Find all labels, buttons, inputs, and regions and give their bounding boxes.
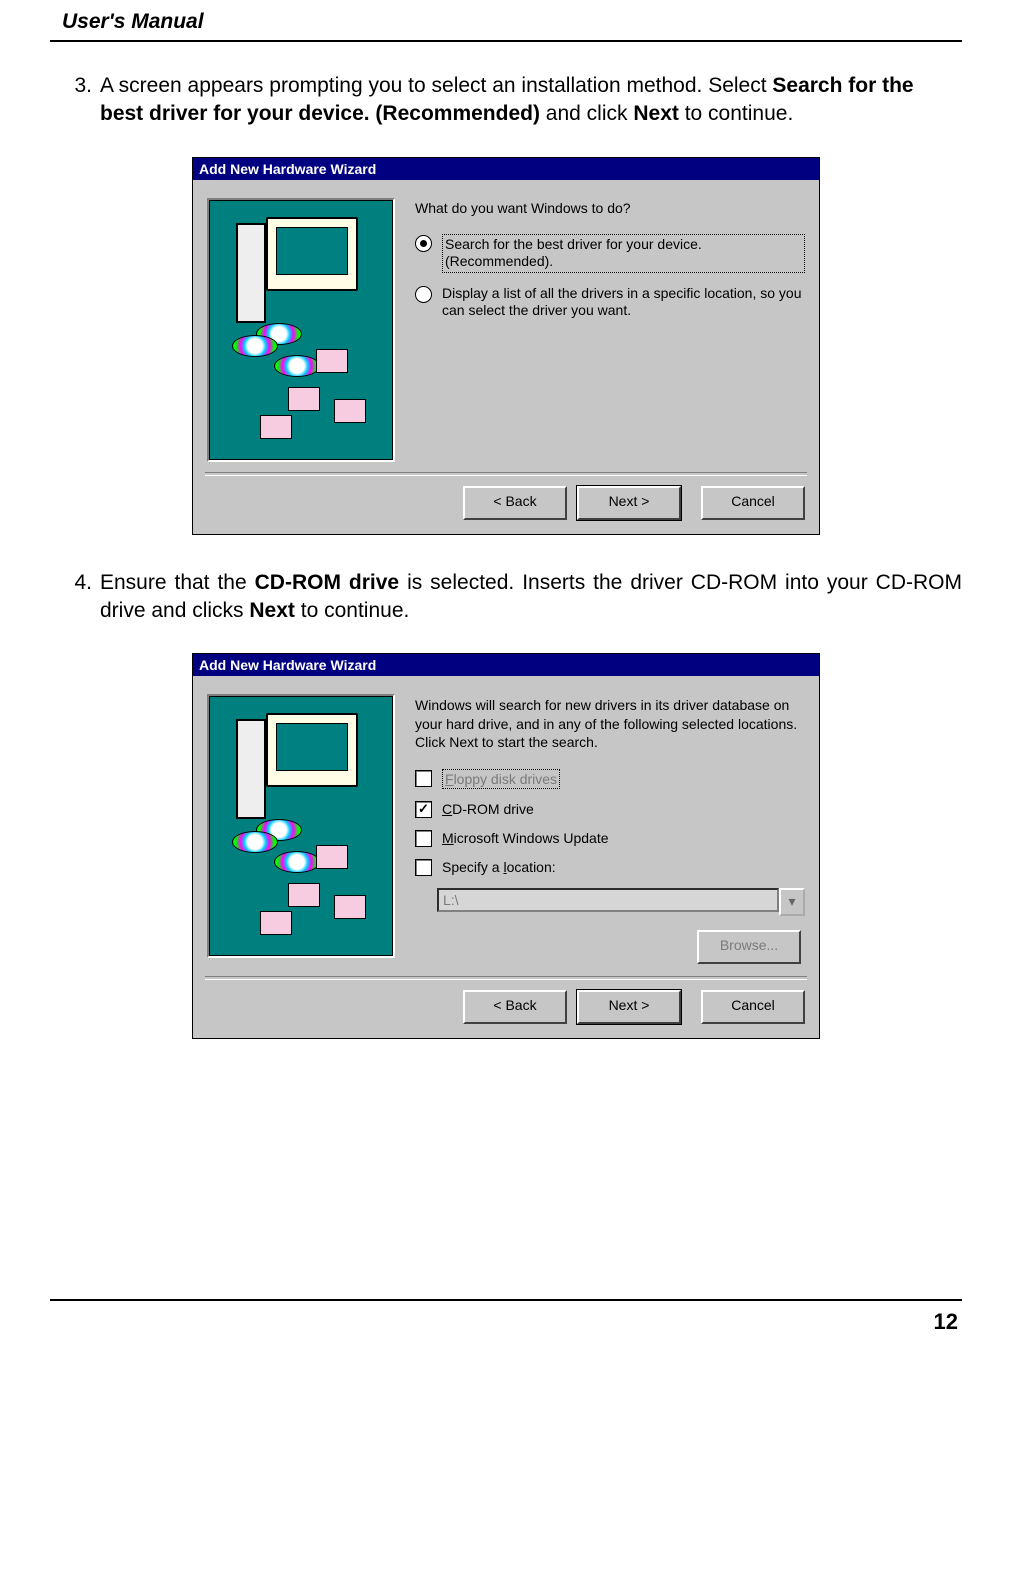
dialog-2-titlebar[interactable]: Add New Hardware Wizard — [193, 654, 819, 676]
floppy-icon — [316, 845, 348, 869]
floppy-icon — [260, 911, 292, 935]
header-title: User's Manual — [62, 10, 204, 34]
manual-page: User's Manual 3. A screen appears prompt… — [0, 0, 1012, 1595]
floppy-icon — [288, 883, 320, 907]
location-dropdown-button[interactable]: ▾ — [779, 888, 805, 916]
cancel-button[interactable]: Cancel — [701, 990, 805, 1024]
tower-icon — [236, 719, 266, 819]
radio-search-best[interactable]: Search for the best driver for your devi… — [415, 234, 805, 273]
location-input[interactable]: L:\ — [437, 888, 779, 912]
step-4-text-a: Ensure that the — [100, 571, 255, 594]
browse-button[interactable]: Browse... — [697, 930, 801, 964]
radio-display-list[interactable]: Display a list of all the drivers in a s… — [415, 285, 805, 320]
checkbox-icon[interactable] — [415, 859, 432, 876]
dialog-1-buttons: < Back Next > Cancel — [193, 486, 819, 534]
step-4: 4. Ensure that the CD-ROM drive is selec… — [50, 569, 962, 626]
cdrom-label: D-ROM drive — [452, 801, 534, 817]
dialog-1-content: What do you want Windows to do? Search f… — [415, 198, 805, 462]
hardware-wizard-dialog-1: Add New Hardware Wizard — [192, 157, 820, 535]
step-3-text-a: A screen appears prompting you to select… — [100, 74, 772, 97]
floppy-label: loppy disk drives — [454, 771, 558, 787]
floppy-icon — [288, 387, 320, 411]
dialog-1-prompt: What do you want Windows to do? — [415, 200, 805, 216]
page-number: 12 — [934, 1309, 958, 1335]
floppy-icon — [334, 895, 366, 919]
step-3-bold-b: Next — [633, 102, 679, 125]
next-button[interactable]: Next > — [577, 990, 681, 1024]
back-button[interactable]: < Back — [463, 990, 567, 1024]
location-row: L:\ ▾ — [437, 888, 805, 916]
step-3-text-b: and click — [540, 102, 633, 125]
hardware-wizard-dialog-2: Add New Hardware Wizard — [192, 653, 820, 1039]
step-4-bold-a: CD-ROM drive — [255, 571, 399, 594]
step-4-text-c: to continue. — [295, 599, 409, 622]
loc-hotkey: l — [503, 859, 506, 875]
tower-icon — [236, 223, 266, 323]
step-3-body: A screen appears prompting you to select… — [100, 72, 962, 129]
step-4-bold-b: Next — [249, 599, 295, 622]
checkbox-icon[interactable] — [415, 830, 432, 847]
radio-display-list-label: Display a list of all the drivers in a s… — [442, 285, 805, 320]
cancel-button[interactable]: Cancel — [701, 486, 805, 520]
wizard-graphic — [207, 694, 395, 958]
dialog-divider — [205, 976, 807, 980]
dialog-2-buttons: < Back Next > Cancel — [193, 990, 819, 1038]
back-button[interactable]: < Back — [463, 486, 567, 520]
step-3-text-c: to continue. — [679, 102, 793, 125]
header-rule — [50, 40, 962, 42]
checkbox-floppy[interactable]: Floppy disk drives — [415, 769, 805, 789]
page-footer: 12 — [50, 1301, 962, 1335]
dialog-divider — [205, 472, 807, 476]
dialog-2-intro: Windows will search for new drivers in i… — [415, 696, 805, 751]
dialog-2-content: Windows will search for new drivers in i… — [415, 694, 805, 966]
step-4-number: 4. — [50, 569, 100, 626]
radio-search-best-label: Search for the best driver for your devi… — [442, 234, 805, 273]
page-header: User's Manual — [50, 0, 962, 34]
checkbox-specify-location[interactable]: Specify a location: — [415, 859, 805, 876]
dialog-1-wrap: Add New Hardware Wizard — [50, 157, 962, 535]
step-3-number: 3. — [50, 72, 100, 129]
checkbox-icon[interactable] — [415, 801, 432, 818]
checkbox-icon[interactable] — [415, 770, 432, 787]
checkbox-cdrom[interactable]: CD-ROM drive — [415, 801, 805, 818]
disc-icon — [232, 335, 278, 357]
radio-icon[interactable] — [415, 235, 432, 252]
dialog-1-titlebar[interactable]: Add New Hardware Wizard — [193, 158, 819, 180]
floppy-icon — [316, 349, 348, 373]
checkbox-windows-update[interactable]: Microsoft Windows Update — [415, 830, 805, 847]
cdrom-hotkey: C — [442, 801, 452, 817]
monitor-icon — [266, 713, 358, 787]
disc-icon — [232, 831, 278, 853]
floppy-icon — [334, 399, 366, 423]
floppy-hotkey: F — [445, 771, 454, 787]
winup-hotkey: M — [442, 830, 454, 846]
step-3: 3. A screen appears prompting you to sel… — [50, 72, 962, 129]
next-button[interactable]: Next > — [577, 486, 681, 520]
monitor-icon — [266, 217, 358, 291]
dialog-2-wrap: Add New Hardware Wizard — [50, 653, 962, 1039]
radio-icon[interactable] — [415, 286, 432, 303]
floppy-icon — [260, 415, 292, 439]
winup-label: icrosoft Windows Update — [454, 830, 609, 846]
step-4-body: Ensure that the CD-ROM drive is selected… — [100, 569, 962, 626]
wizard-graphic — [207, 198, 395, 462]
disc-icon — [274, 851, 320, 873]
disc-icon — [274, 355, 320, 377]
